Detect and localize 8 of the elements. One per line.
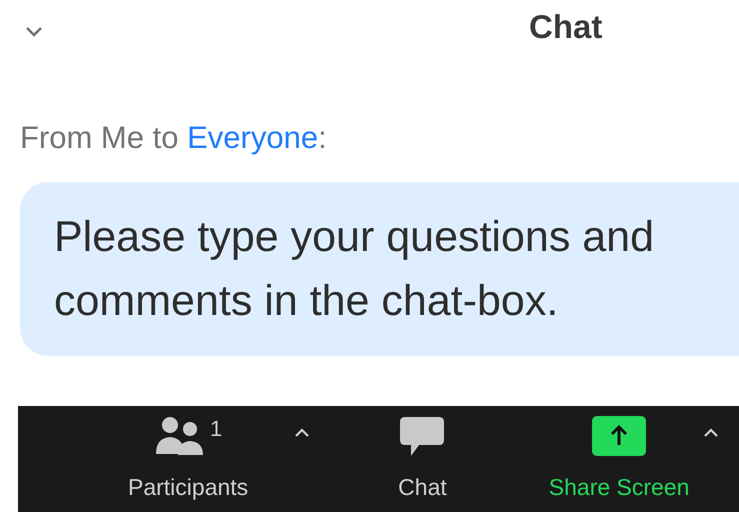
participants-button[interactable]: 1 Participants bbox=[128, 406, 256, 505]
share-button[interactable]: Share Screen bbox=[540, 406, 698, 505]
participant-count: 1 bbox=[210, 416, 222, 442]
chat-button[interactable]: Chat bbox=[390, 406, 455, 505]
recipient-link[interactable]: Everyone bbox=[187, 120, 318, 155]
message-sender-line: From Me to Everyone: bbox=[20, 120, 328, 157]
panel-title: Chat bbox=[529, 8, 602, 46]
message-text: Please type your questions and comments in the chat-box. bbox=[54, 212, 656, 327]
